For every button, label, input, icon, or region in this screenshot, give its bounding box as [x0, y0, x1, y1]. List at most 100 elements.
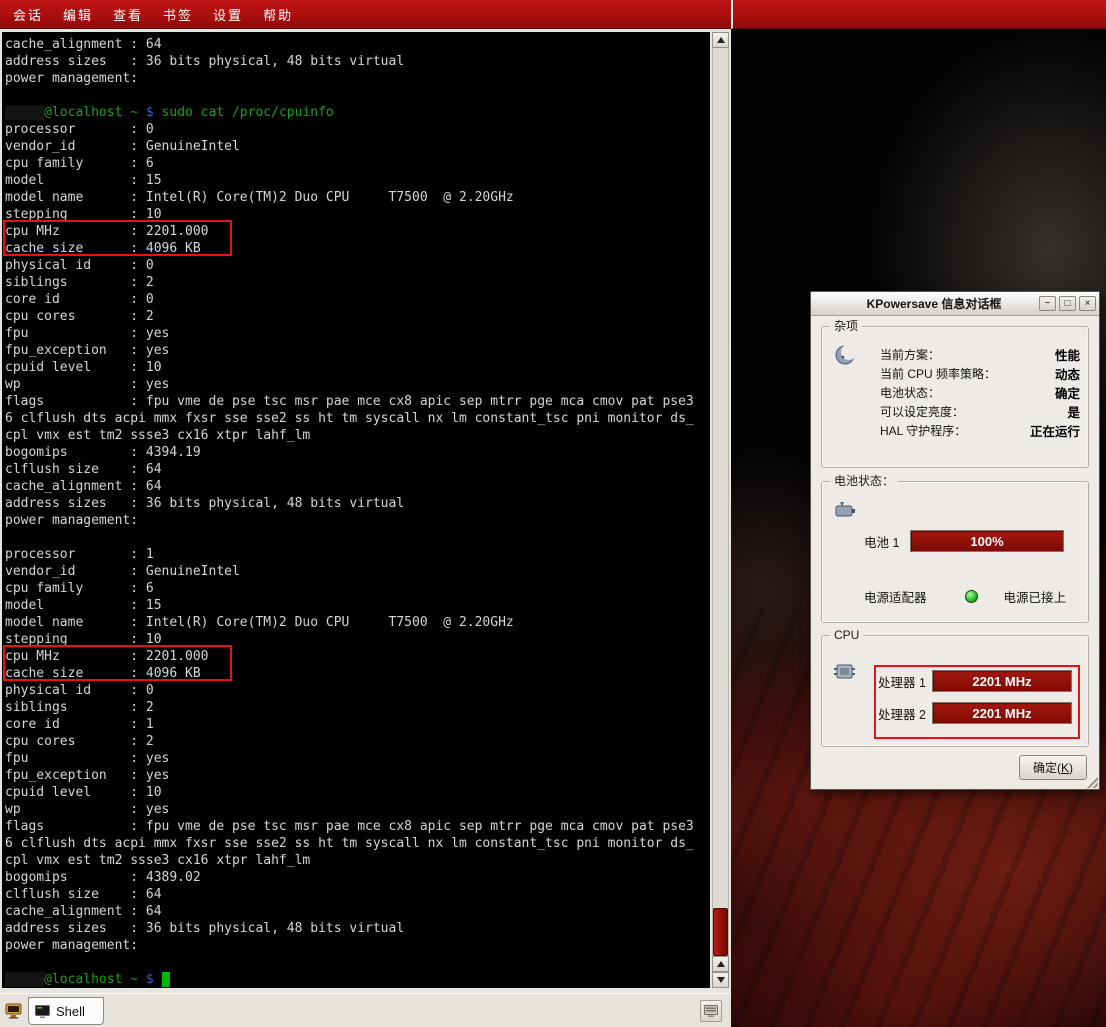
- terminal-line: cpu cores : 2: [5, 733, 710, 750]
- minimize-button[interactable]: −: [1039, 296, 1056, 311]
- misc-group-title: 杂项: [830, 319, 862, 333]
- menu-session[interactable]: 会话: [6, 5, 50, 24]
- terminal-line: model : 15: [5, 172, 710, 189]
- terminal-line: fpu_exception : yes: [5, 767, 710, 784]
- terminal-line: processor : 0: [5, 121, 710, 138]
- terminal-line: model name : Intel(R) Core(TM)2 Duo CPU …: [5, 189, 710, 206]
- ok-button[interactable]: 确定(K): [1019, 755, 1087, 780]
- info-row: 电池状态： 确定: [880, 383, 1080, 402]
- terminal-line: physical id : 0: [5, 257, 710, 274]
- terminal-line: cpu cores : 2: [5, 308, 710, 325]
- prompt-host: @localhost ~: [44, 105, 146, 120]
- terminal-line: cpuid level : 10: [5, 359, 710, 376]
- scroll-down-button[interactable]: [712, 972, 729, 988]
- menu-bookmarks[interactable]: 书签: [156, 5, 200, 24]
- prompt-symbol: $: [146, 105, 154, 120]
- screen: 会话 编辑 查看 书签 设置 帮助 cache_alignment : 64 ad…: [0, 0, 1106, 1027]
- misc-group: 杂项 当前方案： 性能 当前 CPU 频率策略： 动态: [821, 326, 1089, 468]
- scroll-up-icon: [717, 961, 725, 967]
- scroll-up-button-bottom[interactable]: [712, 956, 729, 972]
- konsole-window: 会话 编辑 查看 书签 设置 帮助 cache_alignment : 64 ad…: [0, 0, 731, 1027]
- menu-view[interactable]: 查看: [106, 5, 150, 24]
- terminal-line: stepping : 10: [5, 631, 710, 648]
- scroll-up-icon: [717, 37, 725, 43]
- terminal-line: clflush size : 64: [5, 886, 710, 903]
- maximize-button[interactable]: □: [1059, 296, 1076, 311]
- terminal-line: clflush size : 64: [5, 461, 710, 478]
- terminal-line: flags : fpu vme de pse tsc msr pae mce c…: [5, 818, 710, 835]
- terminal-line: address sizes : 36 bits physical, 48 bit…: [5, 920, 710, 937]
- cpu-group: CPU 处理器 1 2201 MHz: [821, 635, 1089, 747]
- terminal-line: cache size : 4096 KB: [5, 240, 710, 257]
- terminal-line: cpl vmx est tm2 ssse3 cx16 xtpr lahf_lm: [5, 427, 710, 444]
- terminal-line: [5, 87, 710, 104]
- terminal-line: [5, 954, 710, 971]
- cpu-freq-bar: 2201 MHz: [932, 702, 1072, 724]
- scrollbar-track[interactable]: [712, 48, 729, 956]
- dialog-title: KPowersave 信息对话框: [811, 295, 1039, 312]
- info-label: HAL 守护程序：: [880, 422, 966, 439]
- cpu-group-title: CPU: [830, 628, 863, 642]
- menu-settings[interactable]: 设置: [206, 5, 250, 24]
- cpu-freq-value: 2201 MHz: [972, 706, 1031, 721]
- terminal-scrollbar[interactable]: [712, 32, 729, 988]
- session-tabbar: Shell: [0, 993, 731, 1027]
- terminal-line: processor : 1: [5, 546, 710, 563]
- tab-label: Shell: [56, 1004, 85, 1019]
- menu-edit[interactable]: 编辑: [56, 5, 100, 24]
- kpowersave-dialog: KPowersave 信息对话框 − □ × 杂项 当前方案：: [810, 291, 1100, 790]
- terminal-line: 6 clflush dts acpi mmx fxsr sse sse2 ss …: [5, 410, 710, 427]
- terminal-line: 6 clflush dts acpi mmx fxsr sse sse2 ss …: [5, 835, 710, 852]
- cpu-freq-bar: 2201 MHz: [932, 670, 1072, 692]
- terminal-screen[interactable]: cache_alignment : 64 address sizes : 36 b…: [2, 32, 710, 988]
- info-label: 当前方案：: [880, 346, 940, 363]
- terminal-line: cache_alignment : 64: [5, 36, 710, 53]
- terminal-line: power management:: [5, 70, 710, 87]
- terminal-line: siblings : 2: [5, 274, 710, 291]
- minimize-icon: −: [1045, 299, 1051, 309]
- background-window-titlebar[interactable]: [731, 0, 1106, 29]
- misc-rows: 当前方案： 性能 当前 CPU 频率策略： 动态 电池状态： 确定 可以设定亮度…: [880, 345, 1080, 440]
- info-row: 当前 CPU 频率策略： 动态: [880, 364, 1080, 383]
- info-value: 动态: [1055, 364, 1080, 383]
- tab-shell[interactable]: Shell: [28, 997, 104, 1025]
- menu-help[interactable]: 帮助: [256, 5, 300, 24]
- info-value: 正在运行: [1030, 421, 1080, 440]
- cpu-row: 处理器 2 2201 MHz: [878, 702, 1072, 724]
- info-row: 当前方案： 性能: [880, 345, 1080, 364]
- terminal-frame: cache_alignment : 64 address sizes : 36 b…: [0, 29, 731, 993]
- terminal-line: cpu family : 6: [5, 580, 710, 597]
- info-value: 确定: [1055, 383, 1080, 402]
- info-label: 当前 CPU 频率策略：: [880, 365, 996, 382]
- dialog-titlebar[interactable]: KPowersave 信息对话框 − □ ×: [811, 292, 1099, 316]
- terminal-line: bogomips : 4389.02: [5, 869, 710, 886]
- cpu-label: 处理器 1: [878, 672, 932, 691]
- battery-label: 电池 1: [864, 532, 910, 551]
- new-session-button[interactable]: [3, 1000, 25, 1022]
- terminal-line: power management:: [5, 512, 710, 529]
- scroll-up-button[interactable]: [712, 32, 729, 48]
- close-button[interactable]: ×: [1079, 296, 1096, 311]
- cpu-freq-value: 2201 MHz: [972, 674, 1031, 689]
- session-list-button[interactable]: [700, 1000, 722, 1022]
- adapter-status: 电源已接上: [1004, 587, 1067, 606]
- terminal-line: physical id : 0: [5, 682, 710, 699]
- terminal-line: address sizes : 36 bits physical, 48 bit…: [5, 495, 710, 512]
- adapter-label: 电源适配器: [864, 587, 927, 606]
- terminal-line: @localhost ~ $: [5, 971, 710, 988]
- ok-label: 确定(: [1033, 761, 1061, 775]
- scrollbar-thumb[interactable]: [713, 908, 728, 956]
- prompt-space: [154, 972, 162, 987]
- prompt-symbol: $: [146, 972, 154, 987]
- terminal-line: [5, 529, 710, 546]
- terminal-line: flags : fpu vme de pse tsc msr pae mce c…: [5, 393, 710, 410]
- cpu-row: 处理器 1 2201 MHz: [878, 670, 1072, 692]
- adapter-row: 电源适配器 电源已接上: [864, 586, 1080, 606]
- menubar: 会话 编辑 查看 书签 设置 帮助: [0, 0, 731, 29]
- terminal-line: cpl vmx est tm2 ssse3 cx16 xtpr lahf_lm: [5, 852, 710, 869]
- terminal-line: vendor_id : GenuineIntel: [5, 138, 710, 155]
- ok-accel-key: K: [1061, 761, 1069, 775]
- battery-group-title: 电池状态：: [830, 474, 898, 488]
- terminal-line: core id : 1: [5, 716, 710, 733]
- terminal-line: cpu MHz : 2201.000: [5, 648, 710, 665]
